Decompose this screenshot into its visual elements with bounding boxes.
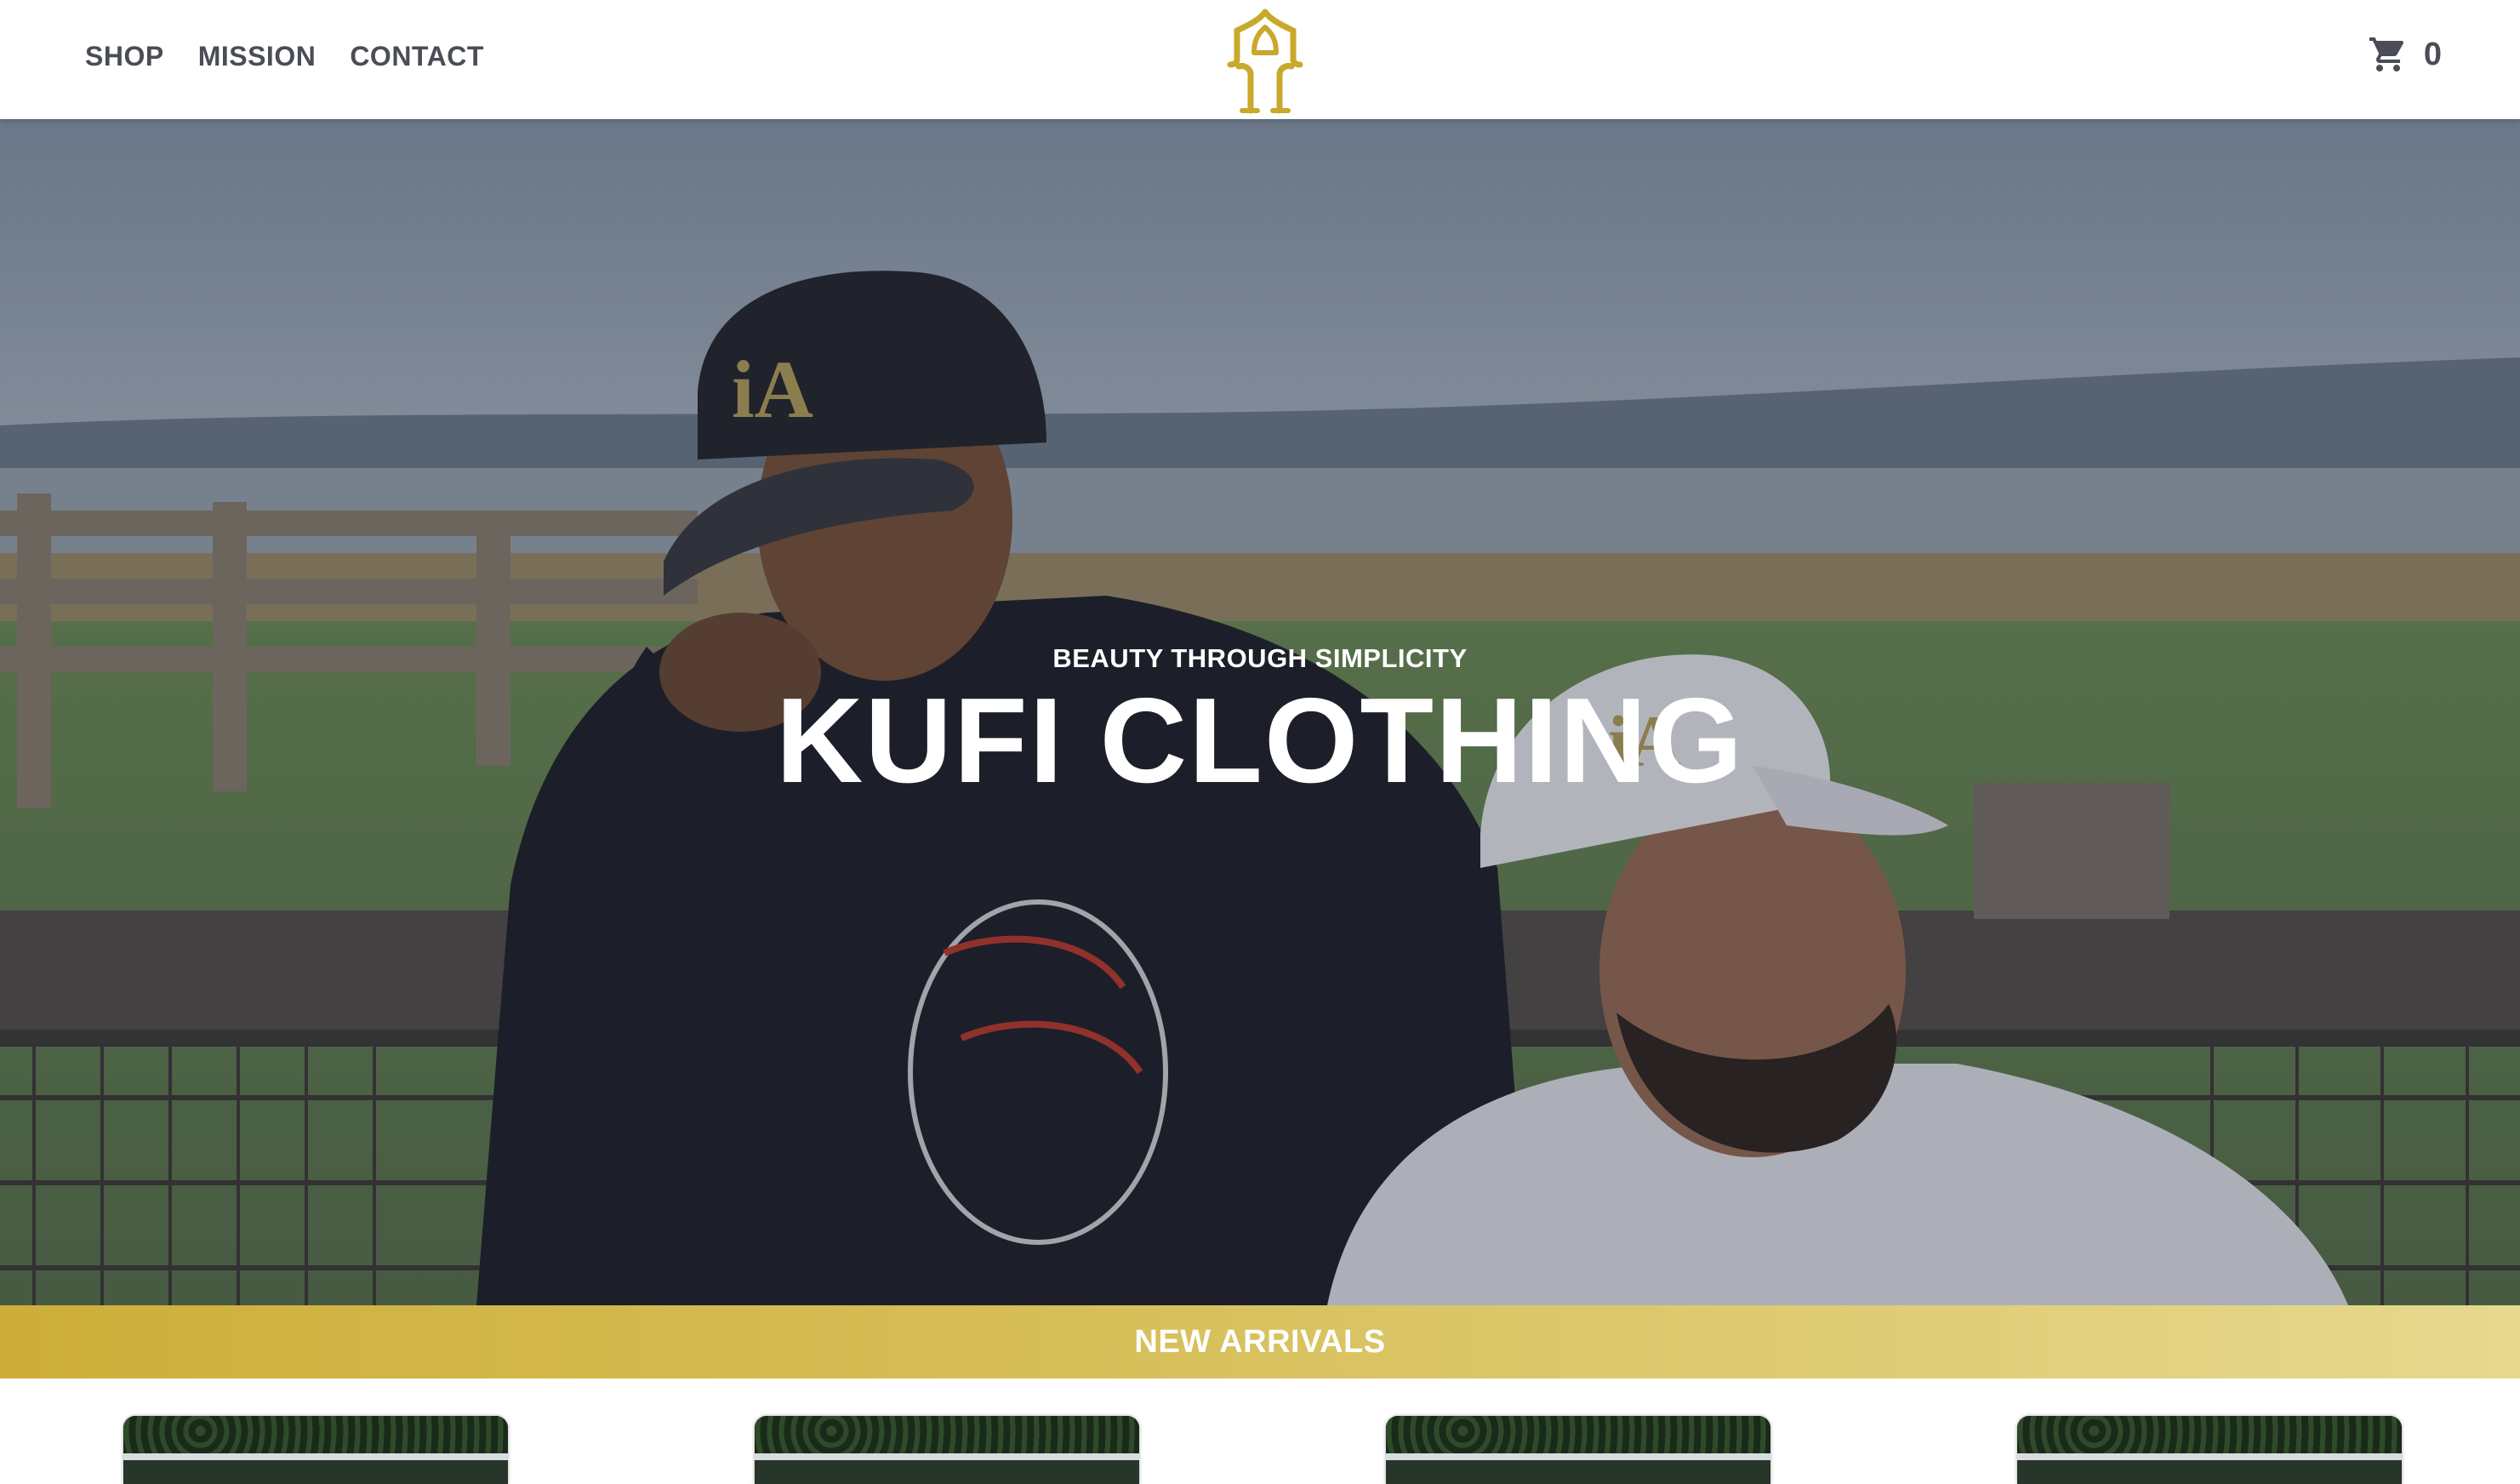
product-image — [123, 1416, 508, 1453]
hero-subtitle: BEAUTY THROUGH SIMPLICITY — [1052, 643, 1468, 673]
new-arrivals-banner: NEW ARRIVALS — [0, 1305, 2520, 1378]
nav-mission[interactable]: MISSION — [198, 41, 316, 72]
product-card[interactable] — [1386, 1416, 1770, 1484]
product-card[interactable] — [755, 1416, 1139, 1484]
hero-banner: iA iA BEAUTY THROUGH SIMPLICITY KUFI CLO… — [0, 119, 2520, 1305]
cart-count: 0 — [2423, 36, 2442, 72]
hero-title: KUFI CLOTHING — [775, 673, 1745, 808]
arch-logo-icon — [1227, 9, 1303, 114]
product-image — [755, 1416, 1139, 1453]
home-logo-link[interactable] — [1225, 9, 1306, 114]
nav-contact[interactable]: CONTACT — [350, 41, 484, 72]
shopping-cart-icon — [2369, 37, 2403, 71]
product-grid — [0, 1416, 2520, 1484]
product-card[interactable] — [123, 1416, 508, 1484]
cart-link[interactable]: 0 — [2368, 34, 2442, 75]
nav-shop[interactable]: SHOP — [85, 41, 164, 72]
new-arrivals-label: NEW ARRIVALS — [1134, 1323, 1386, 1360]
product-card[interactable] — [2017, 1416, 2402, 1484]
main-nav: SHOP MISSION CONTACT — [85, 41, 484, 72]
product-image — [1386, 1416, 1770, 1453]
product-image — [2017, 1416, 2402, 1453]
site-header: SHOP MISSION CONTACT 0 — [0, 0, 2520, 119]
